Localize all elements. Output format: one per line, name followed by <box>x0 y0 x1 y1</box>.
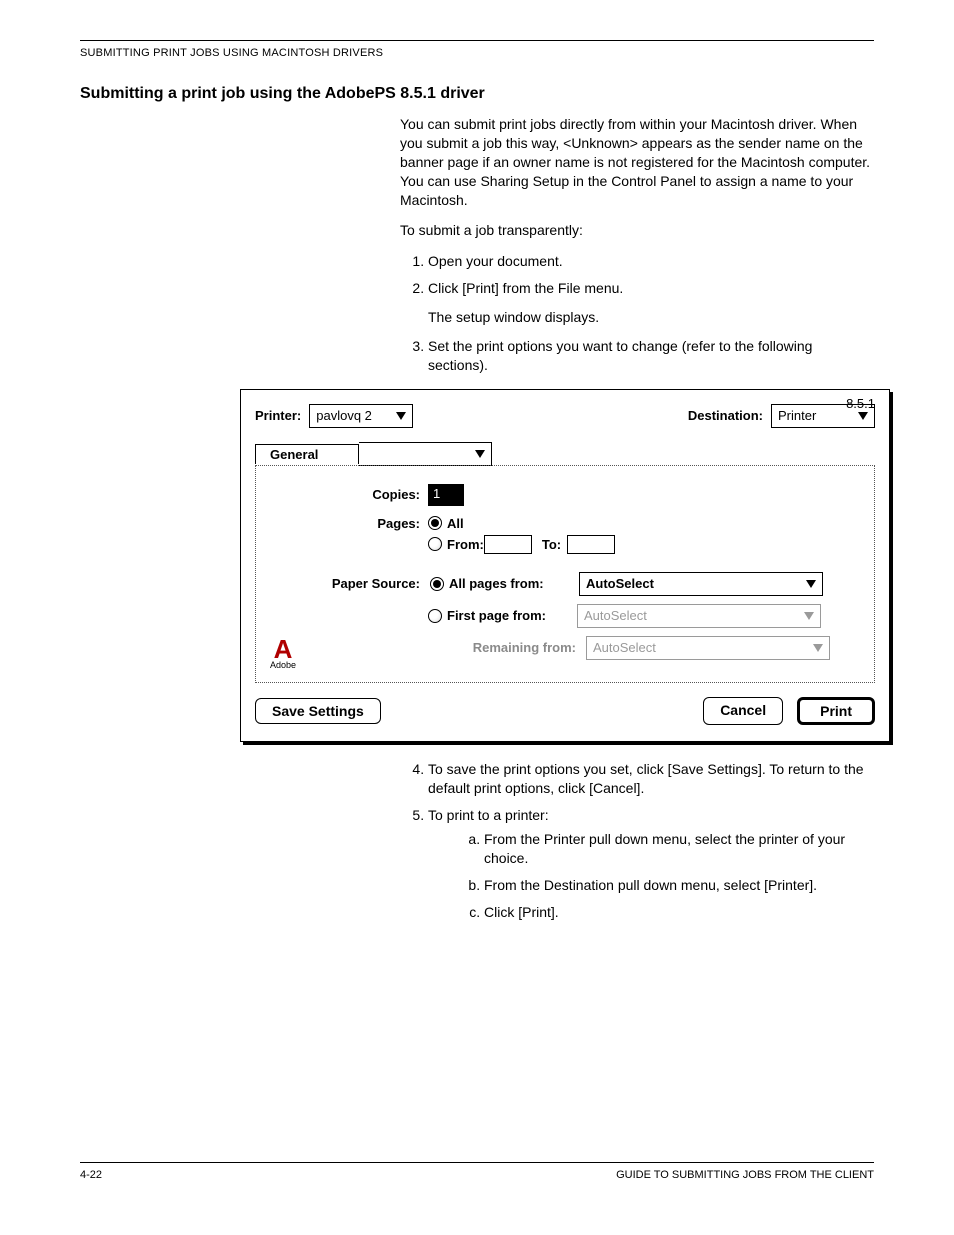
ps-all-value: AutoSelect <box>586 576 654 591</box>
ps-first-value: AutoSelect <box>584 608 647 623</box>
pages-all-label: All <box>447 516 464 531</box>
adobe-logo: A Adobe <box>270 639 296 670</box>
pages-to-input[interactable] <box>567 535 615 554</box>
print-dialog: 8.5.1 Printer: pavlovq 2 Destination: Pr… <box>240 389 890 742</box>
chevron-down-icon <box>475 450 485 458</box>
step-5b: From the Destination pull down menu, sel… <box>484 876 874 895</box>
chevron-down-icon <box>804 612 814 620</box>
step-1: Open your document. <box>428 252 874 271</box>
ps-remaining-label: Remaining from: <box>446 640 586 655</box>
copies-input[interactable]: 1 <box>428 484 464 506</box>
step-2-text: Click [Print] from the File menu. <box>428 280 623 296</box>
chevron-down-icon <box>806 580 816 588</box>
printer-dropdown[interactable]: pavlovq 2 <box>309 404 413 428</box>
chevron-down-icon <box>396 412 406 420</box>
step-5a: From the Printer pull down menu, select … <box>484 830 874 868</box>
panel-name: General <box>255 444 359 464</box>
adobe-caption: Adobe <box>270 660 296 670</box>
print-button[interactable]: Print <box>797 697 875 725</box>
step-2: Click [Print] from the File menu. The se… <box>428 279 874 327</box>
printer-label: Printer: <box>255 408 301 423</box>
pages-from-label: From: <box>447 537 484 552</box>
ps-all-dropdown[interactable]: AutoSelect <box>579 572 823 596</box>
lead-in: To submit a job transparently: <box>400 221 874 240</box>
pages-range-radio[interactable] <box>428 537 442 551</box>
pages-from-input[interactable] <box>484 535 532 554</box>
copies-label: Copies: <box>270 487 428 502</box>
destination-label: Destination: <box>688 408 763 423</box>
chevron-down-icon <box>813 644 823 652</box>
pages-label: Pages: <box>270 516 428 531</box>
step-5c: Click [Print]. <box>484 903 874 922</box>
running-head: SUBMITTING PRINT JOBS USING MACINTOSH DR… <box>80 47 874 59</box>
section-title: Submitting a print job using the AdobePS… <box>80 85 874 103</box>
printer-value: pavlovq 2 <box>316 408 372 423</box>
chevron-down-icon <box>858 412 868 420</box>
pages-to-label: To: <box>542 537 561 552</box>
save-settings-button[interactable]: Save Settings <box>255 698 381 724</box>
ps-first-dropdown: AutoSelect <box>577 604 821 628</box>
step-5: To print to a printer: From the Printer … <box>428 806 874 922</box>
step-5-text: To print to a printer: <box>428 807 549 823</box>
page-number: 4-22 <box>80 1169 102 1181</box>
destination-value: Printer <box>778 408 816 423</box>
panel-dropdown[interactable] <box>359 442 492 466</box>
ps-all-label: All pages from: <box>449 576 579 591</box>
ps-first-radio[interactable] <box>428 609 442 623</box>
ps-remaining-dropdown: AutoSelect <box>586 636 830 660</box>
ps-remaining-value: AutoSelect <box>593 640 656 655</box>
cancel-button[interactable]: Cancel <box>703 697 783 725</box>
footer-title: GUIDE TO SUBMITTING JOBS FROM THE CLIENT <box>616 1169 874 1181</box>
intro-paragraph: You can submit print jobs directly from … <box>400 115 874 209</box>
papersource-label: Paper Source: <box>270 576 430 591</box>
dialog-version: 8.5.1 <box>846 396 875 411</box>
general-panel: Copies: 1 Pages: All From: To: Paper Sou… <box>255 465 875 683</box>
ps-first-label: First page from: <box>447 608 577 623</box>
ps-all-radio[interactable] <box>430 577 444 591</box>
step-3: Set the print options you want to change… <box>428 337 874 375</box>
pages-all-radio[interactable] <box>428 516 442 530</box>
step-2-note: The setup window displays. <box>428 308 874 327</box>
step-4: To save the print options you set, click… <box>428 760 874 798</box>
